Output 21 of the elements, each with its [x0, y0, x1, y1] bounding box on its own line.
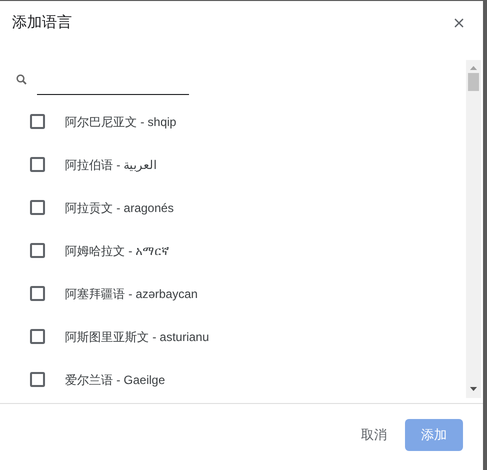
checkbox[interactable] [30, 329, 45, 344]
checkbox[interactable] [30, 286, 45, 301]
scroll-down-arrow-icon[interactable] [470, 387, 477, 392]
search-icon [16, 74, 27, 85]
language-label: 阿斯图里亚斯文 - asturianu [65, 328, 210, 346]
scrollbar-thumb[interactable] [468, 73, 479, 91]
checkbox[interactable] [30, 114, 45, 129]
language-label: 阿姆哈拉文 - አማርኛ [65, 242, 170, 260]
cancel-button[interactable]: 取消 [357, 419, 391, 451]
close-icon [454, 18, 464, 28]
checkbox[interactable] [30, 200, 45, 215]
checkbox[interactable] [30, 243, 45, 258]
dialog-title: 添加语言 [12, 12, 72, 33]
scrollbar[interactable] [466, 60, 481, 398]
language-label: 爱尔兰语 - Gaeilge [65, 372, 166, 388]
checkbox[interactable] [30, 372, 45, 387]
language-label: 阿塞拜疆语 - azərbaycan [65, 286, 198, 302]
language-label: 阿拉贡文 - aragonés [65, 200, 174, 216]
checkbox[interactable] [30, 157, 45, 172]
language-label: 阿拉伯语 - العربية [65, 156, 157, 174]
language-label: 阿尔巴尼亚文 - shqip [65, 114, 176, 130]
